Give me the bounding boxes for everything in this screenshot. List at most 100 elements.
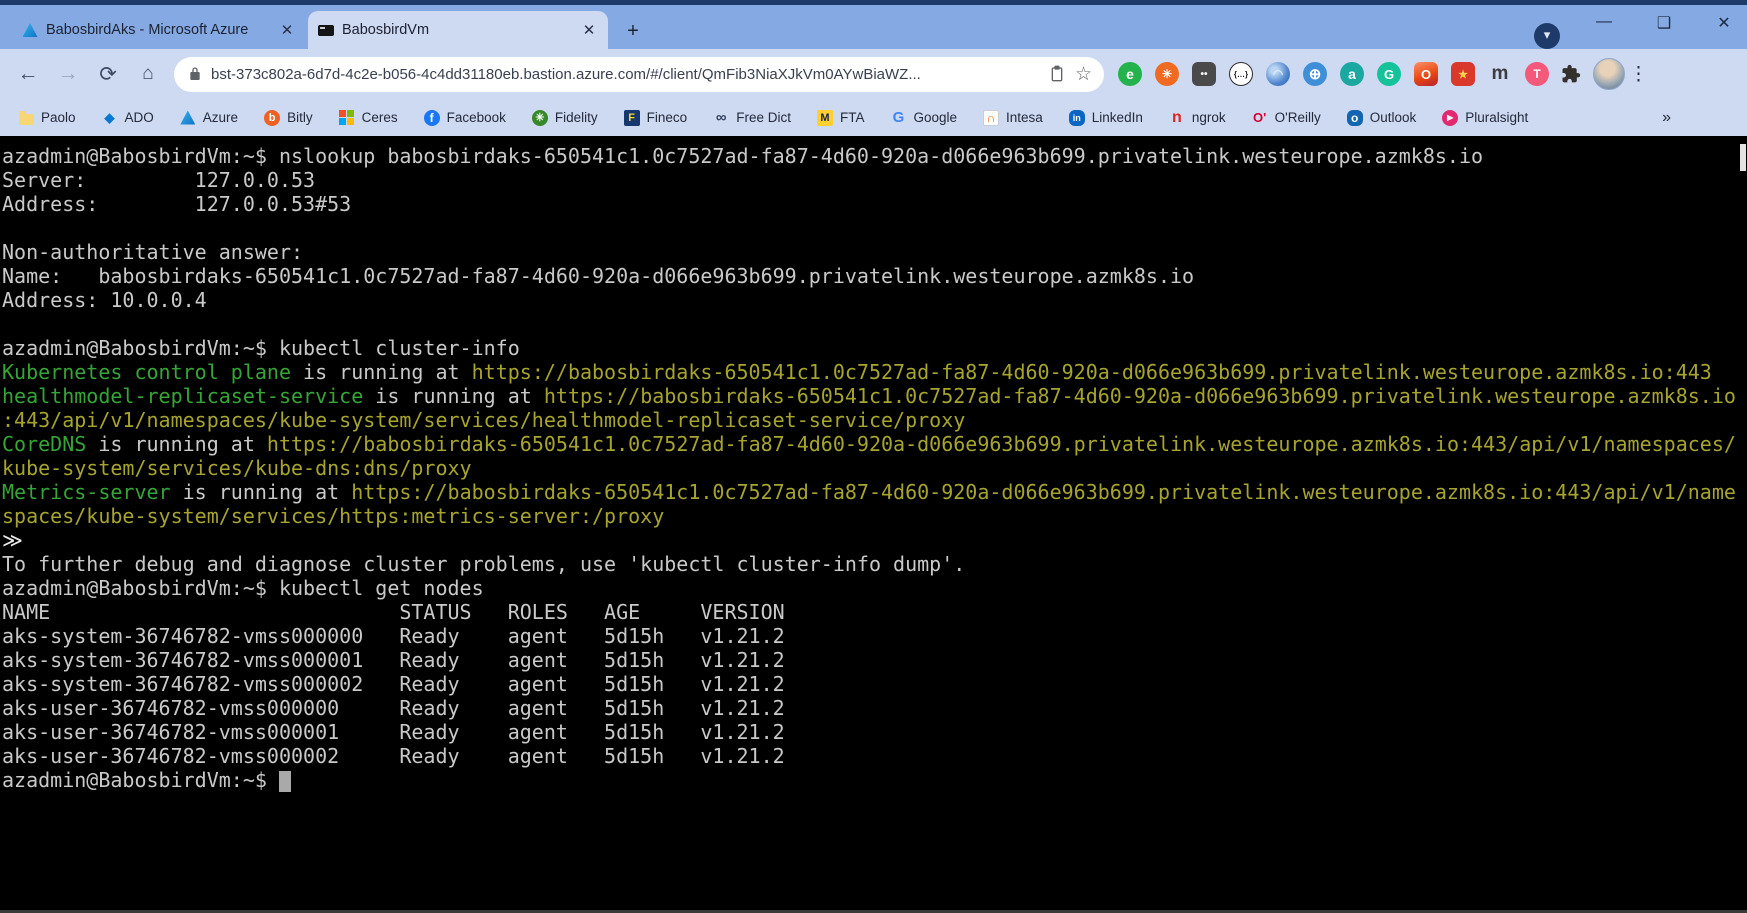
bookmark-ado[interactable]: ◆ ADO <box>102 110 154 126</box>
bookmarks-bar: Paolo ◆ ADO Azure b Bitly Ceres f Facebo… <box>0 99 1747 136</box>
bookmark-o-reilly[interactable]: O' O'Reilly <box>1252 110 1321 126</box>
home-button[interactable]: ⌂ <box>128 63 168 85</box>
terminal-line: Kubernetes control plane is running at h… <box>2 360 1712 384</box>
bookmark-fidelity[interactable]: ✳ Fidelity <box>531 109 598 126</box>
tab-search-button[interactable]: ▾ <box>1534 23 1560 49</box>
bookmark-favicon-icon: in <box>1068 109 1085 126</box>
office-extension-icon[interactable]: O <box>1414 62 1438 86</box>
teal-a-extension-icon[interactable]: a <box>1340 62 1364 86</box>
reload-button[interactable]: ⟳ <box>88 62 128 87</box>
browser-menu-icon[interactable]: ⋮ <box>1629 63 1648 86</box>
terminal-line: aks-user-36746782-vmss000001 Ready agent… <box>2 720 785 744</box>
clipboard-icon[interactable] <box>1049 65 1065 83</box>
tab-title: BabosbirdAks - Microsoft Azure <box>46 22 249 38</box>
extensions-row: e ✳ •• {…} ◠ ⊕ a G O ★ m T <box>1118 62 1549 86</box>
terminal-line: ≫ <box>2 528 23 552</box>
forward-button[interactable]: → <box>48 62 88 86</box>
evernote-extension-icon[interactable]: e <box>1118 62 1142 86</box>
bookmark-favicon-icon: b <box>264 109 281 126</box>
browser-window: BabosbirdAks - Microsoft Azure ✕ Babosbi… <box>0 0 1747 913</box>
bookmark-label: ADO <box>124 110 154 125</box>
bookmark-azure[interactable]: Azure <box>180 110 238 126</box>
bookmark-favicon-icon <box>338 109 355 126</box>
terminal-line: aks-user-36746782-vmss000002 Ready agent… <box>2 744 785 768</box>
medium-m-extension-icon[interactable]: m <box>1488 62 1512 86</box>
bookmark-label: Ceres <box>361 110 398 125</box>
bastion-terminal[interactable]: azadmin@BabosbirdVm:~$ nslookup babosbir… <box>0 136 1747 910</box>
bookmark-label: Outlook <box>1369 110 1417 125</box>
bookmark-label: Free Dict <box>736 110 791 125</box>
address-bar[interactable]: bst-373c802a-6d7d-4c2e-b056-4c4dd31180eb… <box>174 56 1104 92</box>
bookmark-ngrok[interactable]: n ngrok <box>1169 109 1226 126</box>
maximize-button[interactable]: ❑ <box>1649 13 1679 33</box>
bookmark-favicon-icon: f <box>423 109 440 126</box>
minimize-button[interactable]: — <box>1589 13 1619 33</box>
globe-download-extension-icon[interactable]: ⊕ <box>1303 62 1327 86</box>
terminal-line: aks-system-36746782-vmss000002 Ready age… <box>2 672 785 696</box>
pink-t-extension-icon[interactable]: T <box>1525 62 1549 86</box>
browser-toolbar: ← → ⟳ ⌂ bst-373c802a-6d7d-4c2e-b056-4c4d… <box>0 49 1747 99</box>
close-tab-icon[interactable]: ✕ <box>278 21 296 39</box>
terminal-line: healthmodel-replicaset-service is runnin… <box>2 384 1736 408</box>
bookmark-favicon-icon: ▶ <box>1442 109 1459 126</box>
terminal-line: CoreDNS is running at https://babosbirda… <box>2 432 1736 456</box>
blue-swirl-extension-icon[interactable]: ◠ <box>1266 62 1290 86</box>
url-text[interactable]: bst-373c802a-6d7d-4c2e-b056-4c4dd31180eb… <box>211 66 1039 83</box>
terminal-line: Non-authoritative answer: <box>2 240 304 264</box>
dark-capture-extension-icon[interactable]: •• <box>1192 62 1216 86</box>
bookmark-favicon-icon: O' <box>1253 110 1267 125</box>
terminal-line: aks-system-36746782-vmss000001 Ready age… <box>2 648 785 672</box>
close-window-button[interactable]: ✕ <box>1709 13 1739 33</box>
bookmark-linkedin[interactable]: in LinkedIn <box>1068 109 1143 126</box>
bookmark-star-icon[interactable]: ☆ <box>1075 63 1092 86</box>
terminal-favicon-icon <box>318 22 334 38</box>
bookmark-fineco[interactable]: F Fineco <box>623 109 688 126</box>
terminal-line: aks-user-36746782-vmss000000 Ready agent… <box>2 696 785 720</box>
bookmark-label: Fineco <box>646 110 688 125</box>
bookmark-paolo[interactable]: Paolo <box>18 110 76 126</box>
tab-babosbirdaks[interactable]: BabosbirdAks - Microsoft Azure ✕ <box>12 11 306 49</box>
bookmark-label: Paolo <box>41 110 76 125</box>
orange-burst-extension-icon[interactable]: ✳ <box>1155 62 1179 86</box>
terminal-line: Metrics-server is running at https://bab… <box>2 480 1736 504</box>
terminal-line: Server: 127.0.0.53 <box>2 168 316 192</box>
bookmark-label: Pluralsight <box>1465 110 1529 125</box>
bookmark-favicon-icon: ✳ <box>531 109 548 126</box>
bookmark-bitly[interactable]: b Bitly <box>264 109 313 126</box>
red-folder-star-extension-icon[interactable]: ★ <box>1451 62 1475 86</box>
window-controls: — ❑ ✕ <box>1589 13 1739 33</box>
bookmark-label: Intesa <box>1006 110 1043 125</box>
bookmark-favicon-icon: M <box>816 109 833 126</box>
extensions-puzzle-icon[interactable] <box>1561 64 1581 84</box>
bookmark-label: ngrok <box>1191 110 1226 125</box>
bookmark-facebook[interactable]: f Facebook <box>423 109 506 126</box>
bookmark-intesa[interactable]: ∩ Intesa <box>983 109 1043 126</box>
bookmark-label: Fidelity <box>554 110 598 125</box>
bookmark-ceres[interactable]: Ceres <box>338 109 398 126</box>
bookmarks-overflow-chevron[interactable]: » <box>1662 109 1671 127</box>
json-formatter-extension-icon[interactable]: {…} <box>1229 62 1253 86</box>
bookmark-pluralsight[interactable]: ▶ Pluralsight <box>1442 109 1529 126</box>
bookmark-label: Facebook <box>446 110 506 125</box>
bookmark-favicon-icon: o <box>1346 109 1363 126</box>
grammarly-extension-icon[interactable]: G <box>1377 62 1401 86</box>
bookmark-favicon-icon: ◆ <box>104 109 115 125</box>
bookmark-outlook[interactable]: o Outlook <box>1346 109 1417 126</box>
bookmark-fta[interactable]: M FTA <box>816 109 864 126</box>
back-button[interactable]: ← <box>8 62 48 86</box>
bookmark-free-dict[interactable]: ∞ Free Dict <box>713 109 791 126</box>
close-tab-icon[interactable]: ✕ <box>580 21 598 39</box>
terminal-line: aks-system-36746782-vmss000000 Ready age… <box>2 624 785 648</box>
bookmark-label: Azure <box>202 110 239 125</box>
bookmark-label: Bitly <box>287 110 313 125</box>
bookmark-google[interactable]: G Google <box>890 109 958 126</box>
terminal-scrollbar-thumb[interactable] <box>1740 144 1746 171</box>
new-tab-button[interactable]: + <box>620 19 646 45</box>
bookmark-label: LinkedIn <box>1091 110 1143 125</box>
bookmark-label: Google <box>913 110 958 125</box>
terminal-line: azadmin@BabosbirdVm:~$ kubectl get nodes <box>2 576 484 600</box>
tab-babosbirdvm[interactable]: BabosbirdVm ✕ <box>308 11 608 49</box>
profile-avatar[interactable] <box>1593 58 1625 90</box>
